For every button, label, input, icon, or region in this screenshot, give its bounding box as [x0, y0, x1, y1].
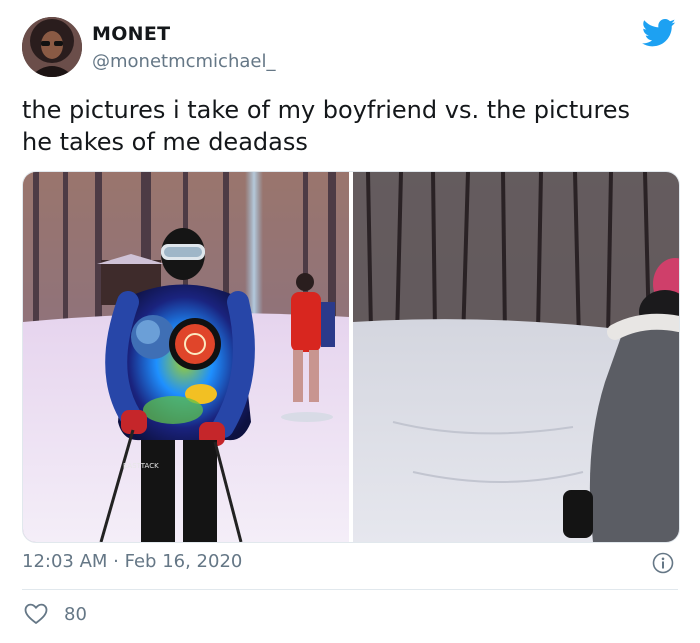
author-handle[interactable]: @monetmcmichael_ [92, 51, 275, 72]
heart-icon[interactable] [24, 603, 48, 625]
like-count[interactable]: 80 [64, 604, 87, 625]
tweet-text-line: he takes of me deadass [22, 128, 308, 156]
avatar[interactable] [22, 17, 82, 77]
svg-text:EASTTACK: EASTTACK [123, 462, 159, 470]
divider [22, 589, 678, 590]
author-name[interactable]: MONET [92, 23, 170, 45]
photo-boyfriend-skiing[interactable]: EASTTACK [23, 172, 349, 542]
twitter-bird-icon[interactable] [642, 18, 676, 48]
tweet-text: the pictures i take of my boyfriend vs. … [22, 94, 682, 158]
tweet-text-line: the pictures i take of my boyfriend vs. … [22, 96, 631, 124]
photo-girlfriend-blurry[interactable] [353, 172, 679, 542]
tweet-media[interactable]: EASTTACK [22, 171, 680, 543]
tweet-timestamp[interactable]: 12:03 AM · Feb 16, 2020 [22, 551, 242, 572]
tweet-card: MONET @monetmcmichael_ the pictures i ta… [0, 0, 700, 643]
info-icon[interactable] [652, 552, 674, 574]
